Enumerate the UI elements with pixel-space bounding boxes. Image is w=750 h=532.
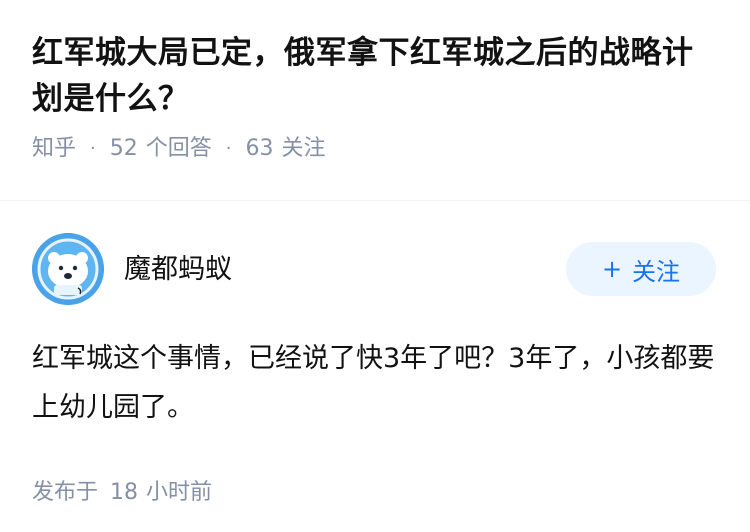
meta-separator: ·	[225, 138, 232, 159]
published-label: 发布于	[32, 480, 99, 505]
answer-card: 魔都蚂蚁 + 关注 红军城这个事情，已经说了快3年了吧？3年了，小孩都要上幼儿园…	[0, 232, 750, 506]
plus-icon: +	[601, 255, 623, 283]
published-unit: 小时前	[146, 480, 213, 505]
answer-count-label: 个回答	[145, 136, 212, 161]
follow-count-label: 关注	[281, 136, 326, 161]
answer-content[interactable]: 红军城这个事情，已经说了快3年了吧？3年了，小孩都要上幼儿园了。	[32, 334, 718, 432]
question-meta: 知乎 · 52 个回答 · 63 关注	[32, 134, 718, 164]
avatar[interactable]	[32, 233, 104, 305]
section-divider	[0, 200, 750, 201]
answer-meta: 发布于 18 小时前	[32, 474, 718, 506]
question-header: 红军城大局已定，俄军拿下红军城之后的战略计划是什么？ 知乎 · 52 个回答 ·…	[0, 0, 750, 170]
published-number: 18	[110, 480, 139, 505]
follow-count: 63	[245, 136, 274, 161]
question-title[interactable]: 红军城大局已定，俄军拿下红军城之后的战略计划是什么？	[32, 30, 718, 122]
polar-bear-avatar-icon	[32, 233, 104, 305]
zhihu-question-page: 红军城大局已定，俄军拿下红军城之后的战略计划是什么？ 知乎 · 52 个回答 ·…	[0, 0, 750, 532]
follow-button-label: 关注	[632, 257, 681, 286]
meta-separator: ·	[90, 138, 96, 159]
author-name[interactable]: 魔都蚂蚁	[124, 247, 566, 286]
author-row: 魔都蚂蚁 + 关注	[32, 232, 718, 306]
answer-count: 52	[109, 136, 138, 161]
follow-button[interactable]: + 关注	[566, 242, 716, 296]
source-label[interactable]: 知乎	[32, 134, 76, 164]
